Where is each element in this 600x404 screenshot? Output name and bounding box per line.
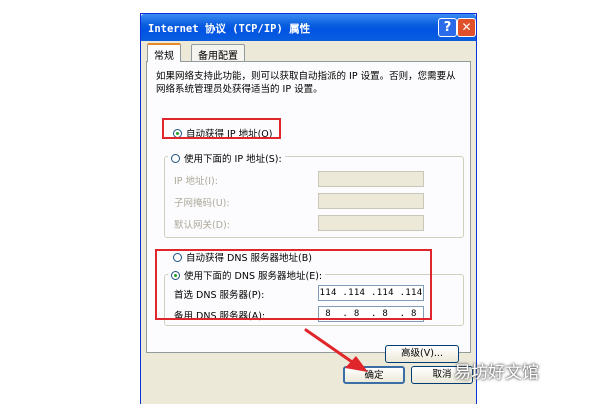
- arrow-annotation-icon: [304, 328, 368, 372]
- tab-general[interactable]: 常规: [147, 43, 181, 62]
- watermark: 易坊好文馆: [454, 363, 539, 383]
